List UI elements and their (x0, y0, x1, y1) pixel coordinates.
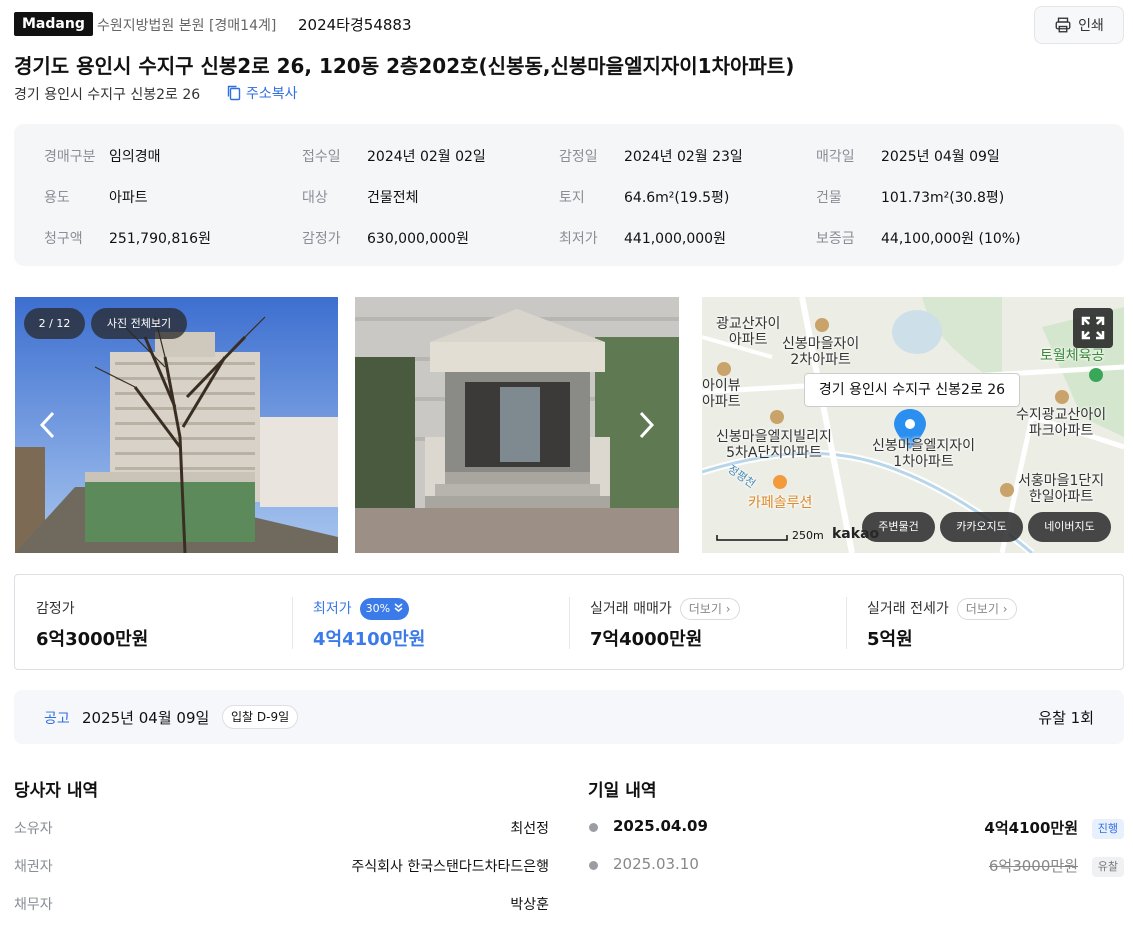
status-badge: 유찰 (1091, 857, 1124, 877)
timeline-dot (589, 823, 598, 832)
location-map[interactable]: 광교산자이 아파트 신봉마을자이 2차아파트 토월체육공 아이뷰 아파트 수지광… (702, 297, 1124, 553)
real-trade-more-button[interactable]: 더보기 › (679, 598, 740, 620)
map-label-iview: 아이뷰 아파트 (702, 378, 741, 410)
price-minimum: 최저가 30% 4억4100만원 (292, 575, 569, 671)
notice-label: 공고 (44, 711, 70, 727)
timeline-dot (589, 861, 598, 870)
info-claim-amount: 청구액 251,790,816원 (44, 231, 211, 247)
date-row: 2025.04.09 4억4100만원 진행 (588, 817, 1124, 839)
copy-icon (227, 85, 241, 101)
info-target: 대상 건물전체 (302, 190, 419, 206)
view-all-photos-button[interactable]: 사진 전체보기 (91, 308, 187, 339)
party-row-debtor: 채무자 박상훈 (14, 897, 549, 913)
map-label-towol-park: 토월체육공 (1040, 348, 1105, 364)
party-row-owner: 소유자 최선정 (14, 821, 549, 837)
print-button[interactable]: 인쇄 (1034, 6, 1124, 44)
map-fullscreen-button[interactable] (1073, 308, 1113, 348)
copy-address-button[interactable]: 주소복사 (226, 83, 298, 103)
price-summary-bar: 감정가 6억3000만원 최저가 30% 4억4100만원 실거래 매매가 더보기 … (14, 574, 1124, 670)
map-label-cafe-solution: 카페솔루션 (748, 495, 813, 511)
discount-badge: 30% (359, 598, 409, 620)
map-label-sinbong-xi-2: 신봉마을자이 2차아파트 (782, 336, 860, 368)
photo-next-button[interactable] (638, 410, 656, 446)
expand-icon (1081, 316, 1105, 340)
double-chevron-down-icon (394, 603, 403, 612)
info-auction-type: 경매구분 임의경매 (44, 149, 161, 165)
info-building: 건물 101.73m²(30.8평) (816, 190, 1005, 206)
madang-logo[interactable]: Madang (14, 12, 93, 36)
status-badge: 진행 (1091, 819, 1124, 839)
fail-count: 유찰 1회 (1038, 709, 1094, 727)
info-deposit: 보증금 44,100,000원 (10%) (816, 231, 1021, 247)
map-label-lg-xi-1: 신봉마을엘지자이 1차아파트 (872, 438, 976, 470)
chevron-right-icon: › (1002, 602, 1008, 616)
bid-dday-badge: 입찰 D-9일 (222, 705, 299, 729)
price-real-jeonse: 실거래 전세가 더보기 › 5억원 (846, 575, 1123, 671)
nearby-items-button[interactable]: 주변물건 (862, 512, 935, 542)
parties-section-title: 당사자 내역 (14, 781, 99, 801)
copy-address-label: 주소복사 (246, 86, 298, 102)
info-appraisal-date: 감정일 2024년 02월 23일 (559, 149, 743, 165)
map-scale-label: 250m (792, 529, 824, 542)
party-row-creditor: 채권자 주식회사 한국스탠다드차타드은행 (14, 859, 549, 875)
price-real-trade: 실거래 매매가 더보기 › 7억4000만원 (569, 575, 846, 671)
info-land: 토지 64.6m²(19.5평) (559, 190, 730, 206)
print-label: 인쇄 (1078, 18, 1104, 34)
kakao-map-button[interactable]: 카카오지도 (940, 512, 1023, 542)
printer-icon (1055, 17, 1071, 33)
map-label-lg-village-5: 신봉마을엘지빌리지 5차A단지아파트 (716, 429, 832, 461)
property-photo-2[interactable] (355, 297, 679, 553)
map-address-tooltip: 경기 용인시 수지구 신봉2로 26 (804, 373, 1020, 407)
chevron-right-icon: › (725, 602, 731, 616)
map-label-gwanggyo-xi: 광교산자이 아파트 (716, 316, 781, 348)
building-entrance-image (355, 297, 679, 553)
photo-prev-button[interactable] (38, 410, 56, 446)
court-name: 수원지방법원 본원 [경매14계] (97, 18, 277, 34)
chevron-right-icon (639, 411, 655, 439)
page-title: 경기도 용인시 수지구 신봉2로 26, 120동 2층202호(신봉동,신봉마… (14, 54, 795, 78)
photo-counter: 2 / 12 (24, 308, 85, 339)
info-appraisal-price: 감정가 630,000,000원 (302, 231, 469, 247)
chevron-left-icon (39, 411, 55, 439)
info-received-date: 접수일 2024년 02월 02일 (302, 149, 486, 165)
case-number: 2024타경54883 (298, 16, 412, 34)
info-min-price: 최저가 441,000,000원 (559, 231, 726, 247)
map-label-suji-ipark: 수지광교산아이 파크아파트 (1016, 407, 1107, 439)
auction-info-panel: 경매구분 임의경매 접수일 2024년 02월 02일 감정일 2024년 02월 2… (14, 124, 1124, 266)
map-label-seohong-hanil: 서홍마을1단지 한일아파트 (1018, 473, 1105, 505)
price-appraisal: 감정가 6억3000만원 (36, 601, 149, 650)
info-sale-date: 매각일 2025년 04월 09일 (816, 149, 1000, 165)
dates-section-title: 기일 내역 (588, 781, 657, 801)
notice-date: 2025년 04월 09일 (82, 709, 210, 727)
jeonse-more-button[interactable]: 더보기 › (956, 598, 1017, 620)
date-row: 2025.03.10 6억3000만원 유찰 (588, 855, 1124, 877)
short-address: 경기 용인시 수지구 신봉2로 26 (14, 87, 201, 103)
notice-bar: 공고 2025년 04월 09일 입찰 D-9일 유찰 1회 (14, 690, 1124, 744)
info-usage: 용도 아파트 (44, 190, 148, 206)
naver-map-button[interactable]: 네이버지도 (1028, 512, 1111, 542)
